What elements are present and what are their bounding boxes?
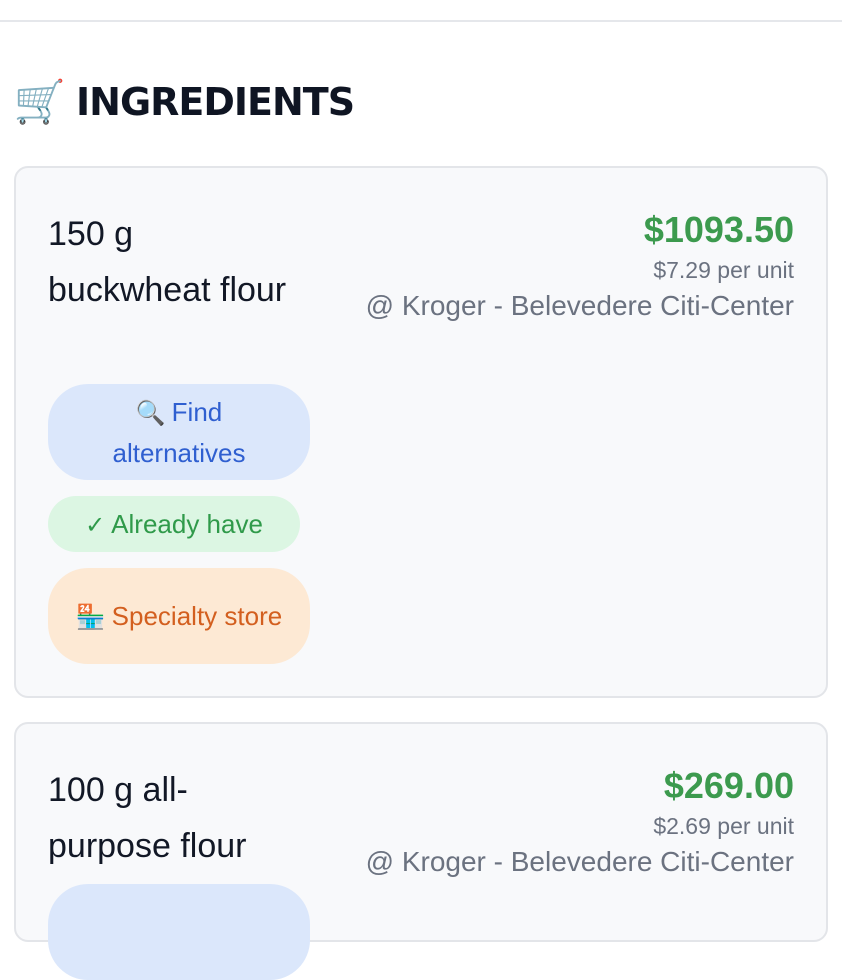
find-alternatives-button[interactable] xyxy=(48,884,310,980)
already-have-button[interactable]: ✓ Already have xyxy=(48,496,300,552)
top-divider xyxy=(0,20,842,22)
section-title: INGREDIENTS xyxy=(76,80,355,124)
unit-price: $2.69 per unit xyxy=(653,813,794,839)
store-name: @ Kroger - Belevedere Citi-Center xyxy=(365,290,794,321)
price-block: $269.00 $2.69 per unit @ Kroger - Beleve… xyxy=(366,764,794,882)
total-price: $1093.50 xyxy=(643,209,794,250)
ingredients-heading: 🛒 INGREDIENTS xyxy=(13,76,355,128)
store-icon: 🏪 xyxy=(75,602,106,631)
find-alternatives-button[interactable]: 🔍 Find alternatives xyxy=(48,384,310,480)
find-alternatives-label: Find alternatives xyxy=(112,397,246,468)
specialty-store-button[interactable]: 🏪 Specialty store xyxy=(48,568,310,664)
price-block: $1093.50 $7.29 per unit @ Kroger - Belev… xyxy=(366,208,794,326)
store-name: @ Kroger - Belevedere Citi-Center xyxy=(365,846,794,877)
ingredient-card: 150 g buckwheat flour $1093.50 $7.29 per… xyxy=(14,166,828,698)
checkmark-icon: ✓ xyxy=(85,511,106,539)
unit-price: $7.29 per unit xyxy=(653,257,794,283)
ingredient-name: 100 g all-purpose flour xyxy=(48,771,247,865)
total-price: $269.00 xyxy=(663,765,794,806)
shopping-cart-icon: 🛒 xyxy=(13,77,67,126)
already-have-label: Already have xyxy=(111,509,263,539)
specialty-store-label: Specialty store xyxy=(111,600,283,631)
ingredient-name: 150 g buckwheat flour xyxy=(48,215,287,309)
magnifier-icon: 🔍 xyxy=(135,399,166,427)
ingredient-card: 100 g all-purpose flour $269.00 $2.69 pe… xyxy=(14,722,828,980)
